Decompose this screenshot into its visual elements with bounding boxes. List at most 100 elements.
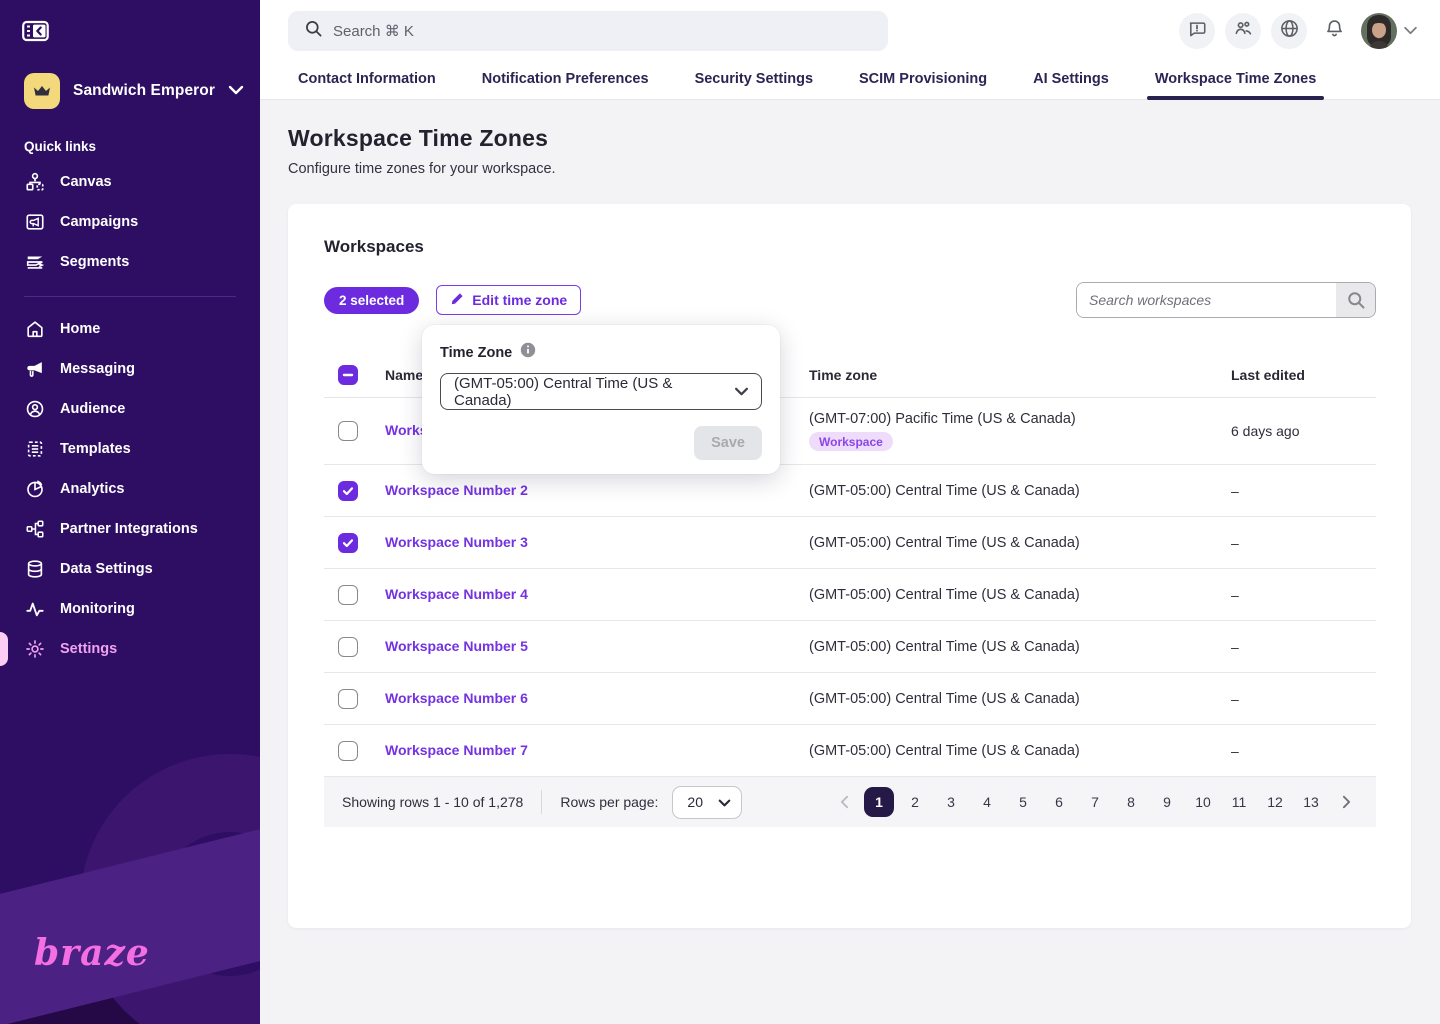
info-icon[interactable] <box>520 342 536 363</box>
time-zone-select[interactable]: (GMT-05:00) Central Time (US & Canada) <box>440 373 762 410</box>
audience-icon <box>24 398 46 420</box>
page-button[interactable]: 13 <box>1296 787 1326 817</box>
time-zone-value: (GMT-05:00) Central Time (US & Canada) <box>809 691 1231 707</box>
select-chevron-down-icon <box>734 383 749 400</box>
save-button[interactable]: Save <box>694 426 762 460</box>
page-button[interactable]: 12 <box>1260 787 1290 817</box>
feedback-button[interactable] <box>1179 13 1215 49</box>
global-search[interactable] <box>288 11 888 51</box>
sidebar-item-campaigns[interactable]: Campaigns <box>0 202 260 242</box>
showing-rows-text: Showing rows 1 - 10 of 1,278 <box>342 794 523 810</box>
content: Workspace Time Zones Configure time zone… <box>260 100 1440 1024</box>
partner-integrations-icon <box>24 518 46 540</box>
page-button[interactable]: 11 <box>1224 787 1254 817</box>
sidebar-divider <box>24 296 236 297</box>
language-button[interactable] <box>1271 13 1307 49</box>
next-page-button[interactable] <box>1332 788 1360 816</box>
last-edited-value: – <box>1231 639 1376 655</box>
pulse-icon <box>24 598 46 620</box>
sidebar-item-monitoring[interactable]: Monitoring <box>0 589 260 629</box>
workspace-link[interactable]: Workspace Number 5 <box>385 638 528 654</box>
workspace-search-input[interactable] <box>1077 283 1336 317</box>
database-icon <box>24 558 46 580</box>
account-menu[interactable] <box>1361 13 1418 49</box>
sidebar-item-label: Settings <box>60 641 117 657</box>
sidebar: braze <box>0 0 260 1024</box>
sidebar-item-templates[interactable]: Templates <box>0 429 260 469</box>
notifications-button[interactable] <box>1317 14 1351 48</box>
page-button[interactable]: 1 <box>864 787 894 817</box>
segments-icon <box>24 251 46 273</box>
page-button[interactable]: 5 <box>1008 787 1038 817</box>
sidebar-item-audience[interactable]: Audience <box>0 389 260 429</box>
table-row: Workspace Number 5 (GMT-05:00) Central T… <box>324 621 1376 673</box>
footer-divider <box>541 790 542 814</box>
select-all-checkbox[interactable] <box>338 365 358 385</box>
page-button[interactable]: 7 <box>1080 787 1110 817</box>
pagination: 1 2 3 4 5 6 7 8 9 10 11 12 13 <box>830 787 1360 817</box>
app-root: braze <box>0 0 1440 1024</box>
table-row: Workspace Number 4 (GMT-05:00) Central T… <box>324 569 1376 621</box>
sidebar-item-partner-integrations[interactable]: Partner Integrations <box>0 509 260 549</box>
row-checkbox[interactable] <box>338 421 358 441</box>
edit-time-zone-button[interactable]: Edit time zone <box>436 285 581 315</box>
people-icon <box>1233 18 1254 44</box>
previous-page-button[interactable] <box>830 788 858 816</box>
tab-scim-provisioning[interactable]: SCIM Provisioning <box>857 62 989 99</box>
workspace-search-button[interactable] <box>1336 283 1375 317</box>
page-button[interactable]: 10 <box>1188 787 1218 817</box>
table-toolbar: 2 selected Edit time zone <box>324 282 1376 318</box>
tab-workspace-time-zones[interactable]: Workspace Time Zones <box>1153 62 1318 99</box>
sidebar-item-label: Segments <box>60 254 129 270</box>
sidebar-item-settings[interactable]: Settings <box>0 629 260 669</box>
sidebar-item-messaging[interactable]: Messaging <box>0 349 260 389</box>
tab-ai-settings[interactable]: AI Settings <box>1031 62 1111 99</box>
page-button[interactable]: 4 <box>972 787 1002 817</box>
column-header-time-zone: Time zone <box>809 367 1231 383</box>
workspace-link[interactable]: Workspace Number 6 <box>385 690 528 706</box>
workspace-switcher[interactable]: Sandwich Emperor <box>24 73 260 109</box>
page-button[interactable]: 9 <box>1152 787 1182 817</box>
collapse-sidebar-button[interactable] <box>22 20 49 47</box>
sidebar-item-canvas[interactable]: Canvas <box>0 162 260 202</box>
campaigns-icon <box>24 211 46 233</box>
page-button[interactable]: 2 <box>900 787 930 817</box>
sidebar-item-home[interactable]: Home <box>0 309 260 349</box>
row-checkbox[interactable] <box>338 637 358 657</box>
globe-icon <box>1279 18 1300 44</box>
time-zone-value: (GMT-07:00) Pacific Time (US & Canada) <box>809 411 1231 427</box>
account-chevron-down-icon <box>1403 22 1418 40</box>
page-button[interactable]: 8 <box>1116 787 1146 817</box>
workspace-link[interactable]: Workspace Number 3 <box>385 534 528 550</box>
bell-icon <box>1324 18 1345 44</box>
tab-security-settings[interactable]: Security Settings <box>693 62 815 99</box>
rows-per-page-select[interactable]: 20 <box>672 786 742 819</box>
sidebar-item-analytics[interactable]: Analytics <box>0 469 260 509</box>
sidebar-item-segments[interactable]: Segments <box>0 242 260 282</box>
workspace-badge: Workspace <box>809 432 893 451</box>
row-checkbox[interactable] <box>338 741 358 761</box>
home-icon <box>24 318 46 340</box>
page-button[interactable]: 3 <box>936 787 966 817</box>
workspace-link[interactable]: Workspace Number 7 <box>385 742 528 758</box>
last-edited-value: 6 days ago <box>1231 423 1376 439</box>
tab-contact-information[interactable]: Contact Information <box>296 62 438 99</box>
global-search-input[interactable] <box>333 23 872 40</box>
row-checkbox[interactable] <box>338 585 358 605</box>
avatar <box>1361 13 1397 49</box>
page-button[interactable]: 6 <box>1044 787 1074 817</box>
row-checkbox[interactable] <box>338 481 358 501</box>
row-checkbox[interactable] <box>338 533 358 553</box>
workspace-link[interactable]: Workspace Number 2 <box>385 482 528 498</box>
page-subtitle: Configure time zones for your workspace. <box>288 161 1411 177</box>
time-zone-value: (GMT-05:00) Central Time (US & Canada) <box>809 535 1231 551</box>
page-title: Workspace Time Zones <box>288 125 1411 152</box>
row-checkbox[interactable] <box>338 689 358 709</box>
workspace-link[interactable]: Workspace Number 4 <box>385 586 528 602</box>
main-area: Contact Information Notification Prefere… <box>260 0 1440 1024</box>
user-groups-button[interactable] <box>1225 13 1261 49</box>
workspaces-panel: Workspaces 2 selected Edit time zone <box>288 204 1411 928</box>
tab-notification-preferences[interactable]: Notification Preferences <box>480 62 651 99</box>
edit-time-zone-popover: Time Zone (GMT-05:00) Central Time (US &… <box>422 325 780 474</box>
sidebar-item-data-settings[interactable]: Data Settings <box>0 549 260 589</box>
